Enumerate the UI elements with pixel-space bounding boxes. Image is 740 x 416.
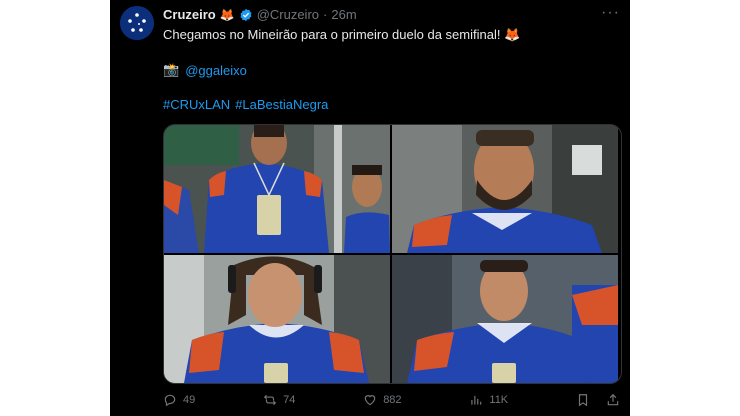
retweet-icon [264,394,277,406]
photo-credit: 📸 @ggaleixo [163,62,247,78]
reply-icon [164,394,176,407]
hashtags: #CRUxLAN #LaBestiaNegra [163,97,328,112]
player-photo-3[interactable] [164,255,390,383]
views-button[interactable]: 11K [469,393,508,407]
bookmark-icon [578,394,588,407]
action-bar-right [576,393,620,407]
heart-icon [364,395,376,406]
player-photo-image [164,255,390,383]
player-photo-image [392,125,618,253]
avatar[interactable] [120,6,154,40]
tweet-card: Cruzeiro 🦊 @Cruzeiro · 26m ··· Chegamos … [110,0,630,416]
share-button[interactable] [606,393,620,407]
views-chart-icon [471,395,482,405]
player-photo-image [164,125,390,253]
hashtag-link[interactable]: #CRUxLAN [163,97,230,112]
hashtag-link[interactable]: #LaBestiaNegra [235,97,328,112]
player-photo-2[interactable] [392,125,618,253]
timestamp[interactable]: 26m [331,7,356,22]
like-button[interactable]: 882 [363,393,402,407]
media-grid [163,124,622,384]
player-photo-image [392,255,618,383]
tweet-text: Chegamos no Mineirão para o primeiro due… [163,27,521,42]
player-photo-4[interactable] [392,255,618,383]
action-bar: 49 74 882 11K [163,393,620,407]
bookmark-button[interactable] [576,393,590,407]
retweet-count: 74 [283,394,296,406]
tweet-header: Cruzeiro 🦊 @Cruzeiro · 26m [163,7,357,22]
mention-link[interactable]: @ggaleixo [185,63,247,78]
verified-badge-icon[interactable] [239,8,253,22]
reply-button[interactable]: 49 [163,393,195,407]
dot-separator: · [323,7,328,22]
views-count: 11K [489,394,509,406]
display-name[interactable]: Cruzeiro [163,7,216,22]
reply-count: 49 [183,394,196,406]
like-count: 882 [383,394,402,406]
player-photo-1[interactable] [164,125,390,253]
handle[interactable]: @Cruzeiro [257,7,319,22]
cruzeiro-stars-icon [120,6,154,40]
fox-emoji: 🦊 [219,7,235,22]
share-icon [607,393,619,406]
camera-emoji: 📸 [163,62,180,77]
retweet-button[interactable]: 74 [263,393,295,407]
more-options-icon[interactable]: ··· [601,4,620,22]
